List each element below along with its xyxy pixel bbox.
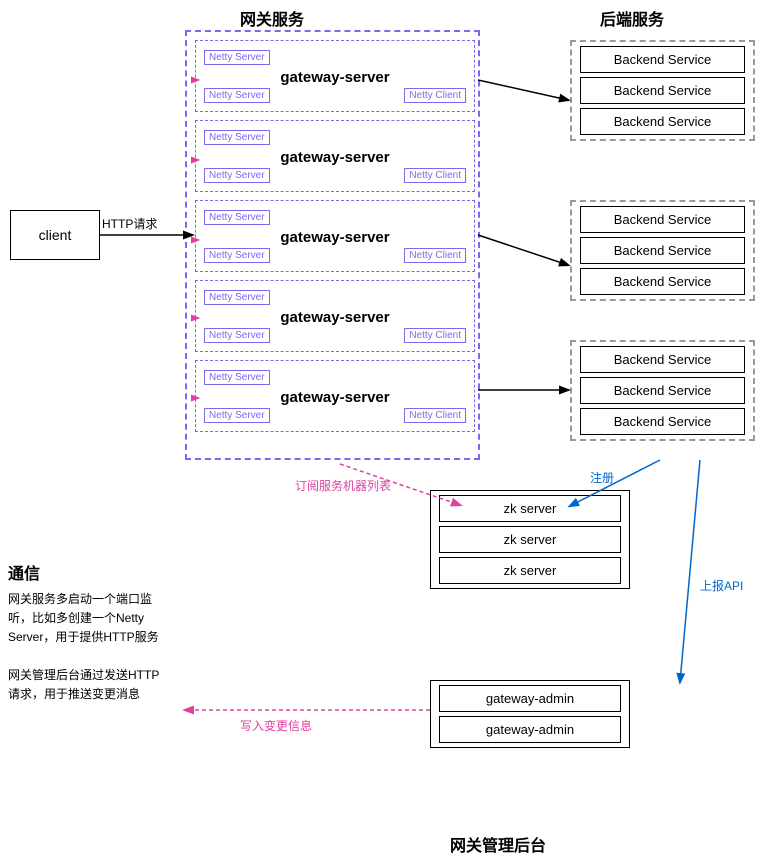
netty-server-top-2: Netty Server	[204, 130, 270, 145]
comm-box: 通信 网关服务多启动一个端口监听，比如多创建一个Netty Server，用于提…	[8, 560, 168, 704]
gateway-block-5: Netty Server gateway-server Netty Server…	[195, 360, 475, 432]
netty-server-top-4: Netty Server	[204, 290, 270, 305]
backend-service-3-3: Backend Service	[580, 408, 745, 435]
comm-title: 通信	[8, 560, 168, 584]
write-change-label: 写入变更信息	[240, 718, 312, 733]
report-api-label: 上报API	[700, 578, 743, 593]
gateway-server-label-3: gateway-server	[204, 229, 466, 246]
subscribe-label: 订阅服务机器列表	[295, 478, 391, 493]
netty-server-top-1: Netty Server	[204, 50, 270, 65]
gateway-server-label-1: gateway-server	[204, 69, 466, 86]
backend-group-1: Backend Service Backend Service Backend …	[570, 40, 755, 141]
gateway-section-label: 网关服务	[240, 6, 304, 30]
netty-server-bottom-1: Netty Server	[204, 88, 270, 103]
zk-server-2: zk server	[439, 526, 621, 553]
gateway-block-3: Netty Server gateway-server Netty Server…	[195, 200, 475, 272]
comm-text-1: 网关服务多启动一个端口监听，比如多创建一个Netty Server，用于提供HT…	[8, 590, 168, 648]
netty-server-top-3: Netty Server	[204, 210, 270, 225]
backend-section-label: 后端服务	[600, 6, 664, 30]
admin-section-label: 网关管理后台	[450, 832, 546, 856]
backend-group-3: Backend Service Backend Service Backend …	[570, 340, 755, 441]
backend-service-3-2: Backend Service	[580, 377, 745, 404]
gateway-admin-group: gateway-admin gateway-admin	[430, 680, 630, 748]
backend-service-2-1: Backend Service	[580, 206, 745, 233]
backend-service-2-2: Backend Service	[580, 237, 745, 264]
netty-client-1: Netty Client	[404, 88, 466, 103]
netty-client-2: Netty Client	[404, 168, 466, 183]
backend-service-1-1: Backend Service	[580, 46, 745, 73]
comm-text-2: 网关管理后台通过发送HTTP请求，用于推送变更消息	[8, 666, 168, 704]
netty-server-bottom-4: Netty Server	[204, 328, 270, 343]
zk-server-1: zk server	[439, 495, 621, 522]
gateway-admin-1: gateway-admin	[439, 685, 621, 712]
gateway-server-label-2: gateway-server	[204, 149, 466, 166]
gateway-block-1: Netty Server gateway-server Netty Server…	[195, 40, 475, 112]
zk-server-group: zk server zk server zk server	[430, 490, 630, 589]
gateway-admin-2: gateway-admin	[439, 716, 621, 743]
netty-server-bottom-3: Netty Server	[204, 248, 270, 263]
netty-server-bottom-5: Netty Server	[204, 408, 270, 423]
backend-service-1-3: Backend Service	[580, 108, 745, 135]
register-label: 注册	[590, 470, 614, 485]
netty-server-top-5: Netty Server	[204, 370, 270, 385]
gateway-server-label-4: gateway-server	[204, 309, 466, 326]
client-label: client	[39, 227, 72, 243]
diagram-container: 网关服务 后端服务 网关管理后台 client Netty Server gat…	[0, 0, 781, 859]
backend-service-2-3: Backend Service	[580, 268, 745, 295]
netty-server-bottom-2: Netty Server	[204, 168, 270, 183]
backend-group-2: Backend Service Backend Service Backend …	[570, 200, 755, 301]
netty-client-3: Netty Client	[404, 248, 466, 263]
netty-client-5: Netty Client	[404, 408, 466, 423]
backend-service-1-2: Backend Service	[580, 77, 745, 104]
gateway-block-4: Netty Server gateway-server Netty Server…	[195, 280, 475, 352]
gateway-server-label-5: gateway-server	[204, 389, 466, 406]
zk-server-3: zk server	[439, 557, 621, 584]
http-label: HTTP请求	[102, 217, 157, 231]
netty-client-4: Netty Client	[404, 328, 466, 343]
backend-service-3-1: Backend Service	[580, 346, 745, 373]
gateway-block-2: Netty Server gateway-server Netty Server…	[195, 120, 475, 192]
client-box: client	[10, 210, 100, 260]
